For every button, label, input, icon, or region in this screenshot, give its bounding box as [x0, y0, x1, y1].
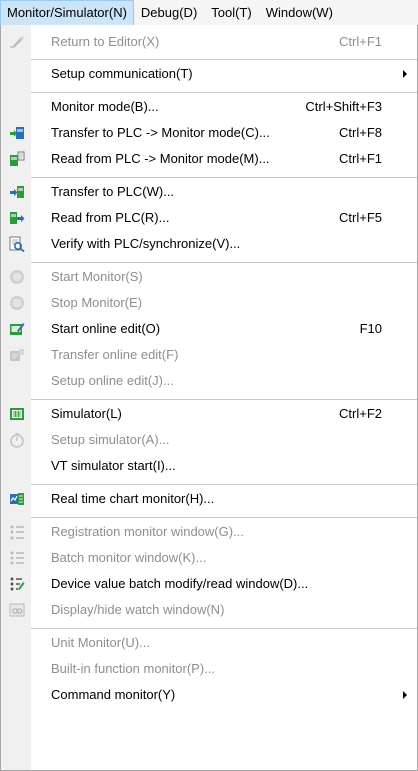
menu-item-shortcut: F10 [359, 321, 382, 336]
menu-item-label: Start online edit(O) [51, 321, 161, 336]
submenu-arrow-icon [403, 691, 407, 699]
menu-separator [31, 177, 417, 178]
menu-item-label: Device value batch modify/read window(D)… [51, 576, 309, 591]
menu-item-label: Setup online edit(J)... [51, 373, 174, 388]
monitor-simulator-dropdown: Return to Editor(X) Ctrl+F1 Setup commun… [0, 25, 418, 771]
menu-monitor-simulator[interactable]: Monitor/Simulator(N) [0, 0, 134, 25]
menu-separator [31, 628, 417, 629]
verify-icon [9, 236, 25, 253]
watch-window-icon [9, 602, 25, 618]
menu-item-setup-online-edit[interactable]: Setup online edit(J)... [1, 368, 417, 394]
menu-separator [31, 59, 417, 60]
menu-item-label: Read from PLC(R)... [51, 210, 170, 225]
menu-item-command-monitor[interactable]: Command monitor(Y) [1, 682, 417, 708]
menu-item-batch-monitor-window[interactable]: Batch monitor window(K)... [1, 545, 417, 571]
menu-item-setup-simulator[interactable]: Setup simulator(A)... [1, 427, 417, 453]
menu-item-vt-simulator-start[interactable]: VT simulator start(I)... [1, 453, 417, 479]
menu-item-shortcut: Ctrl+F1 [339, 151, 382, 166]
menu-item-label: Simulator(L) [51, 406, 122, 421]
realtime-chart-icon [9, 491, 25, 507]
menu-item-return-to-editor[interactable]: Return to Editor(X) Ctrl+F1 [1, 29, 417, 55]
menu-bar: Monitor/Simulator(N) Debug(D) Tool(T) Wi… [0, 0, 418, 25]
menu-item-simulator[interactable]: Simulator(L) Ctrl+F2 [1, 401, 417, 427]
transfer-online-edit-icon [9, 347, 25, 363]
menu-item-label: Transfer to PLC(W)... [51, 184, 175, 199]
menu-item-label: Registration monitor window(G)... [51, 524, 244, 539]
menu-item-setup-communication[interactable]: Setup communication(T) [1, 61, 417, 87]
menu-item-display-hide-watch-window[interactable]: Display/hide watch window(N) [1, 597, 417, 623]
start-monitor-icon [9, 269, 25, 285]
stop-monitor-icon [9, 295, 25, 311]
menu-separator [31, 262, 417, 263]
menu-item-label: Monitor mode(B)... [51, 99, 159, 114]
menu-debug[interactable]: Debug(D) [134, 0, 204, 25]
menu-item-real-time-chart-monitor[interactable]: Real time chart monitor(H)... [1, 486, 417, 512]
menu-item-read-from-plc-monitor-mode[interactable]: Read from PLC -> Monitor mode(M)... Ctrl… [1, 146, 417, 172]
read-from-plc-icon [9, 210, 25, 226]
registration-monitor-icon [9, 524, 25, 540]
menu-item-start-online-edit[interactable]: Start online edit(O) F10 [1, 316, 417, 342]
transfer-monitor-icon [9, 125, 25, 141]
menu-item-label: Real time chart monitor(H)... [51, 491, 215, 506]
batch-monitor-icon [9, 550, 25, 566]
menu-item-device-value-batch-modify[interactable]: Device value batch modify/read window(D)… [1, 571, 417, 597]
menu-item-start-monitor[interactable]: Start Monitor(S) [1, 264, 417, 290]
menu-window[interactable]: Window(W) [259, 0, 340, 25]
submenu-arrow-icon [403, 70, 407, 78]
return-to-editor-icon [9, 34, 25, 50]
transfer-to-plc-icon [9, 184, 25, 200]
setup-simulator-icon [9, 432, 25, 448]
menu-item-label: Command monitor(Y) [51, 687, 176, 702]
menu-item-label: Display/hide watch window(N) [51, 602, 225, 617]
menu-item-label: VT simulator start(I)... [51, 458, 176, 473]
simulator-icon [9, 406, 25, 422]
menu-separator [31, 399, 417, 400]
menu-item-label: Read from PLC -> Monitor mode(M)... [51, 151, 270, 166]
online-edit-icon [9, 321, 25, 337]
menu-item-shortcut: Ctrl+F2 [339, 406, 382, 421]
menu-item-shortcut: Ctrl+F8 [339, 125, 382, 140]
read-monitor-icon [9, 151, 25, 167]
menu-item-transfer-online-edit[interactable]: Transfer online edit(F) [1, 342, 417, 368]
menu-item-label: Unit Monitor(U)... [51, 635, 150, 650]
menu-item-stop-monitor[interactable]: Stop Monitor(E) [1, 290, 417, 316]
menu-item-shortcut: Ctrl+F5 [339, 210, 382, 225]
menu-item-label: Transfer online edit(F) [51, 347, 179, 362]
menu-item-shortcut: Ctrl+Shift+F3 [305, 99, 382, 114]
menu-separator [31, 92, 417, 93]
menu-item-label: Stop Monitor(E) [51, 295, 143, 310]
menu-item-monitor-mode[interactable]: Monitor mode(B)... Ctrl+Shift+F3 [1, 94, 417, 120]
menu-item-built-in-function-monitor[interactable]: Built-in function monitor(P)... [1, 656, 417, 682]
menu-item-shortcut: Ctrl+F1 [339, 34, 382, 49]
menu-item-label: Built-in function monitor(P)... [51, 661, 216, 676]
menu-item-label: Verify with PLC/synchronize(V)... [51, 236, 241, 251]
menu-item-read-from-plc[interactable]: Read from PLC(R)... Ctrl+F5 [1, 205, 417, 231]
menu-item-label: Return to Editor(X) [51, 34, 160, 49]
menu-item-transfer-to-plc-monitor-mode[interactable]: Transfer to PLC -> Monitor mode(C)... Ct… [1, 120, 417, 146]
menu-item-transfer-to-plc[interactable]: Transfer to PLC(W)... [1, 179, 417, 205]
menu-item-label: Batch monitor window(K)... [51, 550, 207, 565]
menu-item-unit-monitor[interactable]: Unit Monitor(U)... [1, 630, 417, 656]
menu-item-label: Setup simulator(A)... [51, 432, 170, 447]
menu-separator [31, 517, 417, 518]
menu-item-label: Start Monitor(S) [51, 269, 143, 284]
menu-item-registration-monitor-window[interactable]: Registration monitor window(G)... [1, 519, 417, 545]
menu-tool[interactable]: Tool(T) [204, 0, 258, 25]
menu-item-label: Setup communication(T) [51, 66, 193, 81]
menu-item-label: Transfer to PLC -> Monitor mode(C)... [51, 125, 270, 140]
menu-item-verify-with-plc[interactable]: Verify with PLC/synchronize(V)... [1, 231, 417, 257]
device-value-icon [9, 576, 25, 592]
menu-separator [31, 484, 417, 485]
